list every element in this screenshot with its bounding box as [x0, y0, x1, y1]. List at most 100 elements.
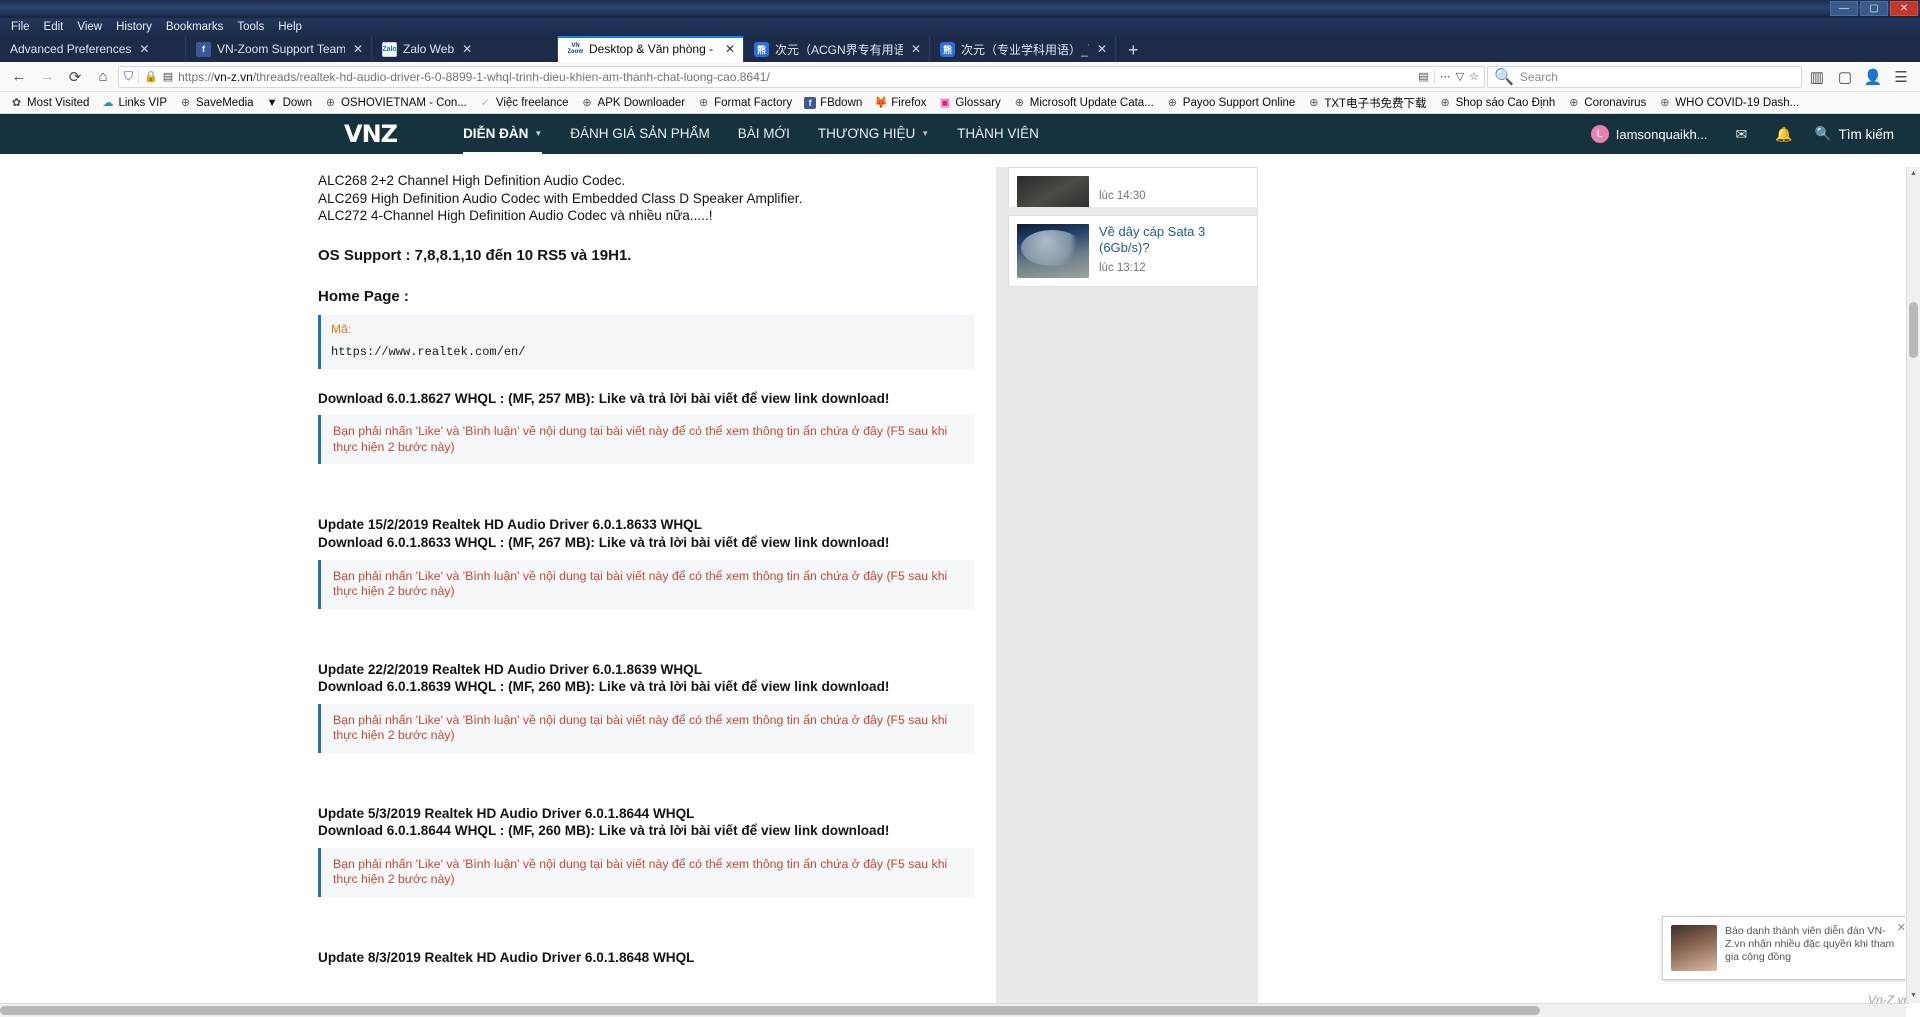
vertical-scroll-thumb[interactable]: [1909, 302, 1918, 358]
tab-baidu-zhuanye[interactable]: 熊 次元（专业学科用语）_百度百科 ✕: [930, 36, 1116, 62]
search-bar[interactable]: 🔍 Search: [1487, 65, 1802, 88]
tab-advanced-preferences[interactable]: Advanced Preferences ✕: [0, 36, 186, 62]
sidebar-widgets: lúc 14:30 Về dây cáp Sata 3 (6Gb/s)? lúc…: [1008, 167, 1258, 1017]
tab-close-icon[interactable]: ✕: [909, 42, 923, 56]
tab-zalo-web[interactable]: Zalo Zalo Web ✕: [372, 36, 558, 62]
maximize-button[interactable]: ▢: [1860, 1, 1888, 16]
nav-thuong-hieu[interactable]: THƯƠNG HIỆU ▼: [804, 114, 943, 154]
sidebar-icon[interactable]: ▢: [1832, 64, 1858, 90]
pocket-icon[interactable]: ▽: [1456, 70, 1464, 83]
nav-bai-moi[interactable]: BÀI MỚI: [724, 114, 804, 154]
rail-title[interactable]: Về dây cáp Sata 3 (6Gb/s)?: [1099, 224, 1249, 256]
tab-close-icon[interactable]: ✕: [460, 42, 474, 56]
bookmark-label: Microsoft Update Cata...: [1029, 96, 1154, 109]
download-title[interactable]: Download 6.0.1.8627 WHQL : (MF, 257 MB):…: [318, 390, 974, 408]
page-action-icon[interactable]: ▤: [1418, 70, 1428, 83]
code-value[interactable]: https://www.realtek.com/en/: [331, 345, 964, 359]
vertical-scrollbar[interactable]: ▲ ▼: [1906, 167, 1920, 1003]
bookmark-down[interactable]: ▼ Down: [260, 97, 318, 109]
bookmark-label: Payoo Support Online: [1182, 96, 1296, 109]
bookmark-fbdown[interactable]: f FBdown: [798, 96, 868, 109]
hamburger-menu-icon[interactable]: ☰: [1888, 64, 1914, 90]
tab-desktop-van-phong-realtek[interactable]: VNZoom Desktop & Văn phòng - Realtek ✕: [558, 36, 744, 62]
post-content: ALC268 2+2 Channel High Definition Audio…: [296, 167, 996, 1017]
bookmark-most-visited[interactable]: ✿ Most Visited: [4, 96, 95, 110]
bookmark-star-icon[interactable]: ☆: [1469, 70, 1479, 83]
bookmark-format-factory[interactable]: ⊕ Format Factory: [691, 96, 798, 110]
download-title[interactable]: Download 6.0.1.8633 WHQL : (MF, 267 MB):…: [318, 534, 974, 552]
bookmark-viec-freelance[interactable]: ✓ Việc freelance: [473, 96, 575, 110]
bookmark-firefox[interactable]: 🦊 Firefox: [868, 96, 932, 110]
download-title[interactable]: Download 6.0.1.8644 WHQL : (MF, 260 MB):…: [318, 822, 974, 840]
bookmark-txt-ebook[interactable]: ⊕ TXT电子书免费下载: [1301, 95, 1432, 111]
scroll-up-arrow[interactable]: ▲: [1907, 167, 1920, 181]
user-menu[interactable]: L Iamsonquaikh...: [1577, 125, 1722, 143]
menu-edit[interactable]: Edit: [37, 18, 71, 36]
bookmark-shop-sao-cao-dinh[interactable]: ⊕ Shop sáo Cao Định: [1433, 96, 1562, 110]
bookmark-coronavirus[interactable]: ⊕ Coronavirus: [1561, 96, 1652, 110]
bookmark-apk-downloader[interactable]: ⊕ APK Downloader: [575, 96, 692, 110]
menu-help[interactable]: Help: [271, 18, 309, 36]
os-support-heading: OS Support : 7,8,8.1,10 đến 10 RS5 và 19…: [318, 246, 632, 264]
close-window-button[interactable]: ✕: [1890, 1, 1918, 16]
right-gutter: [1258, 167, 1920, 1017]
forward-icon[interactable]: →: [34, 64, 60, 90]
new-tab-button[interactable]: +: [1116, 38, 1151, 62]
rail-card-top[interactable]: lúc 14:30: [1008, 167, 1258, 207]
more-dots-icon[interactable]: ⋯: [1440, 70, 1451, 83]
scroll-down-arrow[interactable]: ▼: [1907, 989, 1920, 1003]
bookmark-glossary[interactable]: ▣ Glossary: [932, 96, 1006, 110]
globe-icon: ⊕: [1440, 97, 1450, 109]
notification-toast[interactable]: Báo danh thành viên diễn đàn VN-Z.vn nhậ…: [1662, 916, 1912, 980]
download-title[interactable]: Download 6.0.1.8639 WHQL : (MF, 260 MB):…: [318, 678, 974, 696]
bookmark-label: SaveMedia: [196, 96, 254, 109]
menu-file[interactable]: File: [4, 18, 37, 36]
bookmark-oshovietnam[interactable]: ⊕ OSHOVIETNAM - Con...: [318, 96, 473, 110]
menu-history[interactable]: History: [109, 18, 159, 36]
back-icon[interactable]: ←: [6, 64, 32, 90]
site-logo[interactable]: VNZ: [344, 120, 398, 148]
bookmark-payoo-support-online[interactable]: ⊕ Payoo Support Online: [1160, 96, 1302, 110]
horizontal-scroll-thumb[interactable]: [0, 1006, 1540, 1015]
avatar: L: [1590, 125, 1609, 143]
tab-baidu-acgn[interactable]: 熊 次元（ACGN界专有用语）_百度 ✕: [744, 36, 930, 62]
codec-line: ALC272 4-Channel High Definition Audio C…: [318, 208, 713, 224]
bookmark-who-covid-dashboard[interactable]: ⊕ WHO COVID-19 Dash...: [1652, 96, 1805, 110]
globe-icon: ⊕: [1660, 97, 1670, 109]
minimize-button[interactable]: —: [1830, 1, 1858, 16]
nav-danh-gia-san-pham[interactable]: ĐÁNH GIÁ SẢN PHẨM: [556, 114, 724, 154]
library-icon[interactable]: ▥: [1804, 64, 1830, 90]
mail-icon[interactable]: ✉: [1722, 126, 1762, 143]
rail-card-sata[interactable]: Về dây cáp Sata 3 (6Gb/s)? lúc 13:12: [1008, 215, 1258, 287]
bookmark-savemedia[interactable]: ⊕ SaveMedia: [173, 96, 260, 110]
shield-icon[interactable]: ⛉: [124, 69, 133, 84]
reader-mode-icon[interactable]: ▤: [163, 70, 173, 83]
tab-close-icon[interactable]: ✕: [723, 42, 737, 56]
bookmark-label: Shop sáo Cao Định: [1455, 96, 1556, 109]
bookmark-links-vip[interactable]: ☁ Links VIP: [95, 96, 173, 110]
lock-icon[interactable]: 🔒: [144, 70, 158, 83]
tab-vn-zoom-support-team[interactable]: f VN-Zoom Support Team ✕: [186, 36, 372, 62]
nav-dien-dan[interactable]: DIỄN ĐÀN ▼: [449, 114, 556, 154]
nav-label: DIỄN ĐÀN: [463, 126, 529, 141]
bookmark-label: TXT电子书免费下载: [1324, 97, 1427, 110]
horizontal-scrollbar[interactable]: [0, 1003, 1906, 1017]
reload-icon[interactable]: ⟳: [62, 64, 88, 90]
home-icon[interactable]: ⌂: [90, 64, 116, 90]
menu-bookmarks[interactable]: Bookmarks: [159, 18, 231, 36]
bell-icon[interactable]: 🔔: [1761, 126, 1806, 143]
tab-close-icon[interactable]: ✕: [351, 42, 365, 56]
bookmark-microsoft-update-catalog[interactable]: ⊕ Microsoft Update Cata...: [1007, 96, 1160, 110]
tab-close-icon[interactable]: ✕: [1095, 42, 1109, 56]
account-icon[interactable]: 👤: [1860, 64, 1886, 90]
bookmark-label: Firefox: [891, 96, 927, 109]
menu-view[interactable]: View: [70, 18, 109, 36]
toast-close-icon[interactable]: ✕: [1897, 921, 1906, 934]
tab-close-icon[interactable]: ✕: [137, 42, 151, 56]
nav-thanh-vien[interactable]: THÀNH VIÊN: [943, 114, 1053, 154]
note-text: Bạn phải nhấn 'Like' và 'Bình luận' về n…: [333, 712, 948, 743]
menu-tools[interactable]: Tools: [230, 18, 271, 36]
header-right-group: L Iamsonquaikh... ✉ 🔔 🔍 Tìm kiếm: [1577, 125, 1920, 143]
url-bar[interactable]: ⛉ 🔒 ▤ https://vn-z.vn/threads/realtek-hd…: [118, 65, 1485, 88]
site-search-button[interactable]: 🔍 Tìm kiếm: [1807, 126, 1908, 142]
